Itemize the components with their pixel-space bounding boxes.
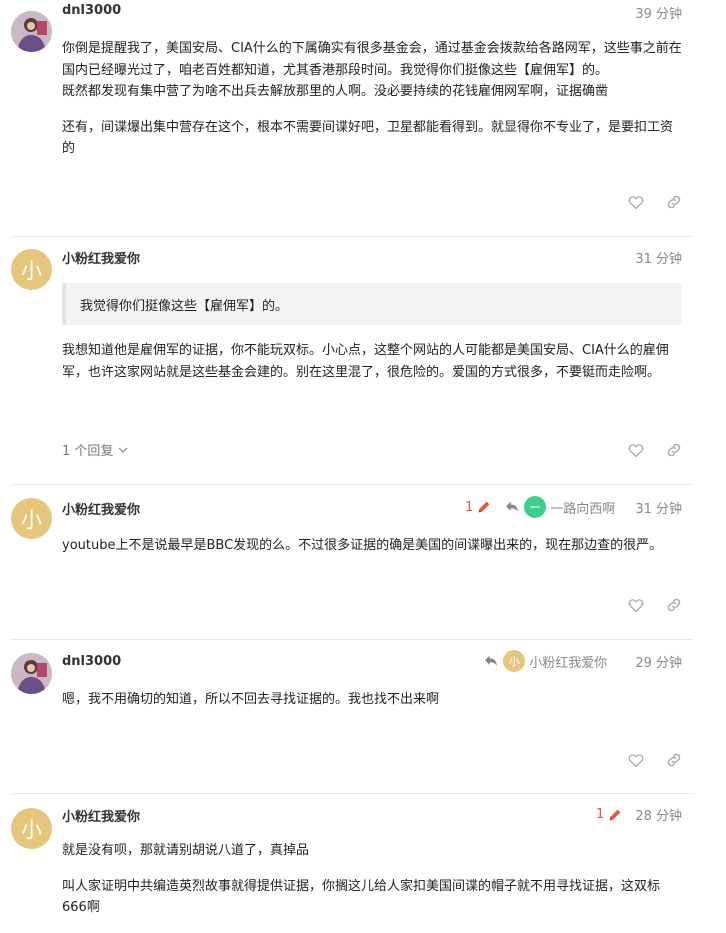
post-meta: 1 28 分钟 [596,805,682,824]
post: 小 小粉红我爱你 31 分钟 我觉得你们挺像这些【雇佣军】的。 我想知道他是雇佣… [0,237,692,485]
post-paragraph: 既然都发现有集中营了为啥不出兵去解放那里的人啊。没必要持续的花钱雇佣网军啊，证据… [62,84,609,99]
heart-icon [627,596,645,614]
post-time[interactable]: 31 分钟 [635,248,682,267]
post-paragraph: 嗯，我不用确切的知道，所以不回去寻找证据的。我也找不出来啊 [62,692,440,707]
post-actions [626,192,684,212]
post-time[interactable]: 31 分钟 [635,498,682,517]
user-avatar[interactable]: 小 [11,808,52,849]
post-actions [626,440,684,460]
user-avatar[interactable]: 小 [11,249,52,290]
post-time[interactable]: 29 分钟 [635,652,682,671]
post-body: 我想知道他是雇佣军的证据，你不能玩双标。小心点，这整个网站的人可能都是美国安局、… [62,340,684,397]
post-actions [626,750,684,770]
post-time[interactable]: 28 分钟 [635,805,682,824]
post-paragraph: 叫人家证明中共编造英烈故事就得提供证据，你搁这儿给人家扣美国间谍的帽子就不用寻找… [62,878,661,916]
share-button[interactable] [664,750,684,770]
quote-text: 我觉得你们挺像这些【雇佣军】的。 [80,298,289,314]
link-icon [665,596,683,614]
link-icon [665,441,683,459]
post-actions [626,595,684,615]
like-button[interactable] [626,750,646,770]
post-body: youtube上不是说最早是BBC发现的么。不过很多证据的确是美国的间谍曝出来的… [62,535,684,571]
replies-toggle[interactable]: 1 个回复 [62,440,129,459]
username[interactable]: 小粉红我爱你 [62,248,140,267]
user-avatar[interactable]: 小 [11,498,52,539]
reply-to-avatar[interactable]: 一 [524,496,547,518]
post-meta: 小 小粉红我爱你 29 分钟 [483,650,682,672]
avatar-image [11,653,52,694]
post-paragraph: 就是没有呗，那就请别胡说八道了，真掉品 [62,843,310,858]
post-body: 你倒是提醒我了，美国安局、CIA什么的下属确实有很多基金会，通过基金会拨款给各路… [62,38,684,174]
like-button[interactable] [626,192,646,212]
username[interactable]: 小粉红我爱你 [62,499,140,518]
replies-label: 1 个回复 [62,444,114,459]
post-time[interactable]: 39 分钟 [635,3,682,22]
heart-icon [627,193,645,211]
post: 小 小粉红我爱你 1 28 分钟 就是没有呗，那就请别胡说八道了，真掉品 叫人家… [0,794,692,915]
link-icon [665,193,683,211]
user-avatar[interactable] [11,11,52,52]
post-paragraph: 我想知道他是雇佣军的证据，你不能玩双标。小心点，这整个网站的人可能都是美国安局、… [62,343,669,380]
avatar-image [11,11,52,52]
username[interactable]: dnl3000 [62,654,121,669]
edit-count[interactable]: 1 [465,500,473,515]
reply-arrow-icon [483,653,499,669]
post: 小 小粉红我爱你 1 一 一路向西啊 31 分钟 youtube上不是说最早是B… [0,485,692,640]
like-button[interactable] [626,595,646,615]
heart-icon [627,751,645,769]
like-button[interactable] [626,440,646,460]
reply-to-avatar[interactable]: 小 [503,650,526,672]
username[interactable]: dnl3000 [62,3,121,18]
share-button[interactable] [664,440,684,460]
post-paragraph: 你倒是提醒我了，美国安局、CIA什么的下属确实有很多基金会，通过基金会拨款给各路… [62,41,682,78]
username[interactable]: 小粉红我爱你 [62,806,140,825]
heart-icon [627,441,645,459]
pencil-icon[interactable] [607,807,623,823]
reply-to-name[interactable]: 小粉红我爱你 [529,652,607,671]
edit-count[interactable]: 1 [596,807,604,822]
post-body: 就是没有呗，那就请别胡说八道了，真掉品 叫人家证明中共编造英烈故事就得提供证据，… [62,840,684,933]
reply-to-name[interactable]: 一路向西啊 [550,498,615,517]
post-meta: 1 一 一路向西啊 31 分钟 [465,496,682,518]
share-button[interactable] [664,192,684,212]
link-icon [665,751,683,769]
share-button[interactable] [664,595,684,615]
post: dnl3000 39 分钟 你倒是提醒我了，美国安局、CIA什么的下属确实有很多… [0,0,692,237]
post: dnl3000 小 小粉红我爱你 29 分钟 嗯，我不用确切的知道，所以不回去寻… [0,640,692,794]
post-paragraph: youtube上不是说最早是BBC发现的么。不过很多证据的确是美国的间谍曝出来的… [62,538,663,553]
chevron-down-icon [118,446,128,453]
post-paragraph: 还有，间谍爆出集中营存在这个，根本不需要间谍好吧，卫星都能看得到。就显得你不专业… [62,119,674,157]
reply-arrow-icon [504,499,520,515]
pencil-icon[interactable] [476,499,492,515]
user-avatar[interactable] [11,653,52,694]
quote-block: 我觉得你们挺像这些【雇佣军】的。 [62,283,682,325]
post-body: 嗯，我不用确切的知道，所以不回去寻找证据的。我也找不出来啊 [62,689,684,725]
